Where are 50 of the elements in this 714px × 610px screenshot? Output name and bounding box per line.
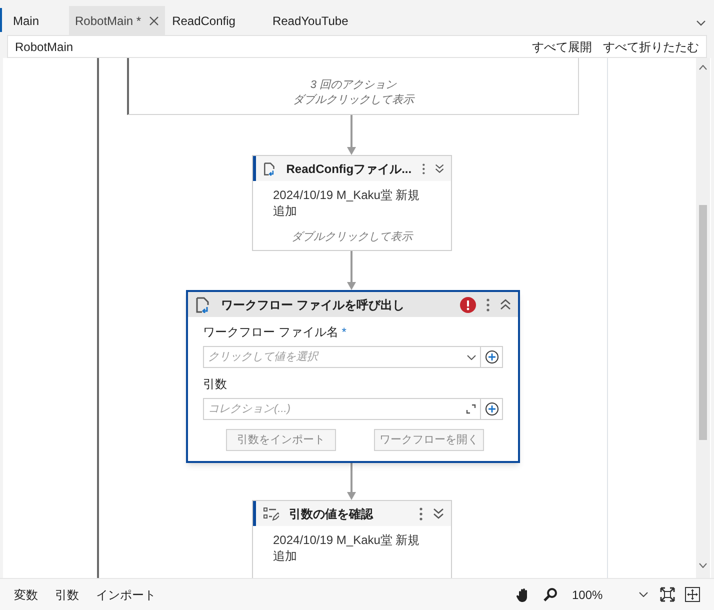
activity-title: ReadConfigファイル... (286, 160, 412, 178)
tab[interactable]: ReadYouTube (265, 6, 378, 35)
connector-arrow (347, 461, 356, 500)
chevron-down-icon (639, 592, 648, 597)
panel-tab[interactable]: 変数 (14, 586, 38, 604)
file-icon (195, 296, 211, 312)
scrollbar-thumb[interactable] (699, 205, 707, 440)
scroll-up-icon[interactable] (699, 65, 707, 70)
scroll-down-icon[interactable] (699, 563, 707, 568)
more-icon[interactable] (419, 506, 423, 520)
file-icon (263, 160, 276, 176)
panel-tab[interactable]: 引数 (55, 586, 79, 604)
overview-icon[interactable] (685, 587, 700, 602)
connector-arrow (347, 248, 356, 290)
zoom-dropdown[interactable]: 100% (572, 586, 648, 604)
activity-card[interactable]: ReadConfigファイル... 2024/10/19 M_Kaku堂 新規追加 ダブルクリックして表示 (252, 155, 452, 250)
fit-screen-icon[interactable] (660, 587, 675, 602)
connector-arrow (347, 115, 356, 155)
active-indicator (0, 8, 2, 32)
activity-title: ワークフロー ファイルを呼び出し (221, 296, 406, 314)
add-icon[interactable] (484, 402, 498, 416)
sequence-hint: ダブルクリックして表示 (293, 93, 414, 108)
close-icon[interactable] (149, 16, 160, 26)
more-icon[interactable] (422, 162, 425, 176)
field-label: ワークフロー ファイル名 * (203, 324, 348, 340)
chevron-down-icon (467, 354, 476, 360)
tab[interactable]: RobotMain * (69, 6, 166, 35)
activity-title: 引数の値を確認 (289, 506, 374, 522)
collapse-icon[interactable] (500, 299, 511, 310)
header-link[interactable]: すべて折りたたむ (603, 38, 699, 56)
tab[interactable]: ReadConfig (165, 6, 266, 35)
chevron-down-icon[interactable] (696, 20, 706, 26)
list-edit-icon (263, 506, 279, 522)
sequence-summary: 3 回のアクション (310, 78, 397, 93)
expand-editor-icon[interactable] (466, 404, 476, 414)
scrollbar[interactable] (696, 58, 710, 578)
expand-icon[interactable] (433, 508, 444, 519)
breadcrumb: RobotMain (15, 38, 74, 56)
add-icon[interactable] (484, 350, 498, 364)
header-link[interactable]: すべて展開 (532, 38, 592, 56)
annotation-text: 2024/10/19 M_Kaku堂 新規追加 (273, 532, 421, 564)
panel-tab[interactable]: インポート (96, 586, 156, 604)
field-label: 引数 (203, 376, 228, 392)
expand-icon[interactable] (434, 163, 444, 174)
annotation-text: 2024/10/19 M_Kaku堂 新規追加 (273, 187, 421, 219)
zoom-icon[interactable] (543, 587, 558, 602)
activity-card[interactable]: 引数の値を確認 2024/10/19 M_Kaku堂 新規追加 (252, 500, 452, 578)
more-icon[interactable] (486, 298, 490, 312)
open-hint: ダブルクリックして表示 (290, 230, 414, 245)
tab[interactable]: Main (6, 6, 70, 35)
